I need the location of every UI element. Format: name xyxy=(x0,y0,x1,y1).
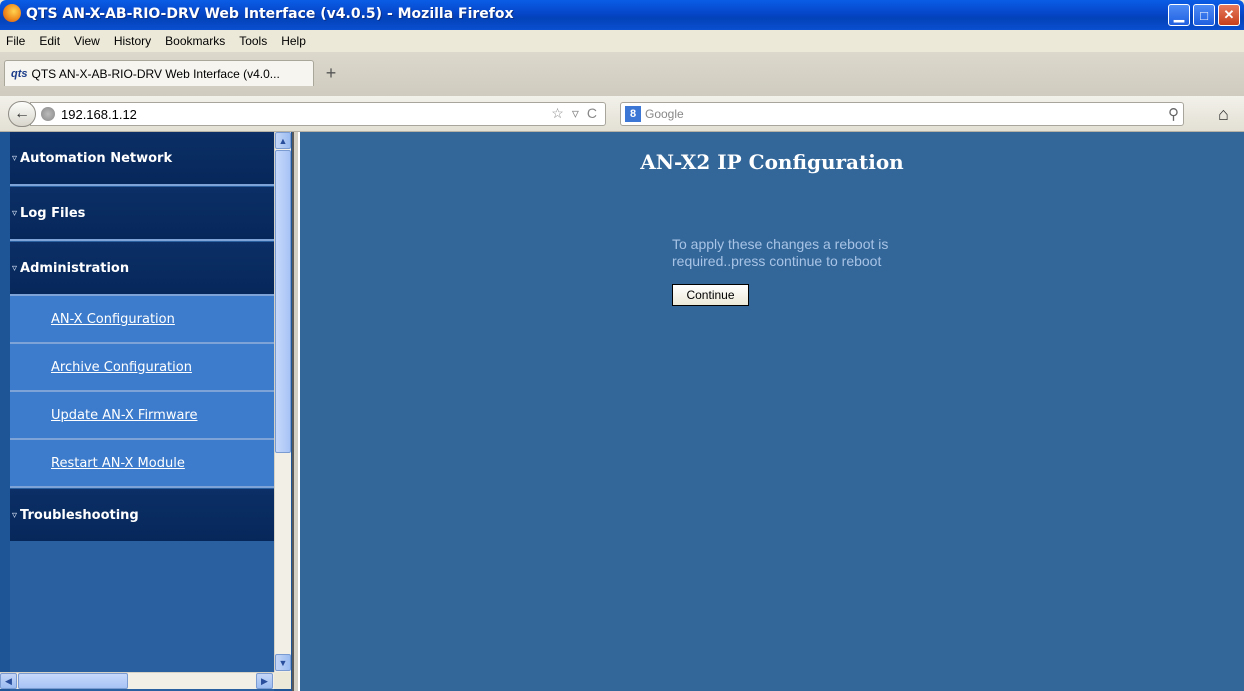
minimize-button[interactable]: ▁ xyxy=(1168,4,1190,26)
globe-icon xyxy=(41,107,55,121)
left-frame: ▿ Automation Network ▿ Log Files ▿ Admin… xyxy=(0,132,296,691)
menu-bookmarks[interactable]: Bookmarks xyxy=(165,34,225,48)
expand-triangle-icon: ▿ xyxy=(12,152,18,164)
url-dropdown-icon[interactable]: ▿ xyxy=(572,105,579,122)
url-text: 192.168.1.12 xyxy=(61,106,137,122)
scroll-thumb[interactable] xyxy=(275,150,291,453)
page-title: AN-X2 IP Configuration xyxy=(640,150,904,174)
reboot-message-line2: required..press continue to reboot xyxy=(672,253,882,269)
sidebar-section-troubleshooting[interactable]: ▿ Troubleshooting xyxy=(10,489,274,541)
sidebar-section-automation-network[interactable]: ▿ Automation Network xyxy=(10,132,274,184)
scroll-thumb-horizontal[interactable] xyxy=(18,673,128,689)
home-icon[interactable]: ⌂ xyxy=(1218,104,1229,125)
back-button[interactable]: ← xyxy=(8,101,36,127)
window-titlebar[interactable]: QTS AN-X-AB-RIO-DRV Web Interface (v4.0.… xyxy=(0,0,1244,30)
navigation-bar: 192.168.1.12 ☆ ▿ C ← 8 Google ⚲ ⌂ xyxy=(0,96,1244,132)
new-tab-button[interactable]: + xyxy=(318,60,344,86)
menu-bar: File Edit View History Bookmarks Tools H… xyxy=(0,30,1244,52)
scrollbar-corner xyxy=(274,672,291,689)
search-placeholder: Google xyxy=(645,107,684,121)
expand-triangle-icon: ▿ xyxy=(12,207,18,219)
sidebar-horizontal-scrollbar[interactable]: ◀ ▶ xyxy=(0,672,274,689)
divider xyxy=(10,486,274,488)
qts-logo-icon: qts xyxy=(11,67,28,80)
sidebar-item-update-firmware[interactable]: Update AN-X Firmware xyxy=(10,392,274,438)
close-button[interactable]: ✕ xyxy=(1218,4,1240,26)
scroll-right-button[interactable]: ▶ xyxy=(256,673,273,689)
search-bar[interactable]: 8 Google ⚲ xyxy=(620,102,1184,126)
menu-tools[interactable]: Tools xyxy=(239,34,267,48)
sidebar-item-archive-configuration[interactable]: Archive Configuration xyxy=(10,344,274,390)
sidebar-item-anx-configuration[interactable]: AN-X Configuration xyxy=(10,296,274,342)
reload-icon[interactable]: C xyxy=(587,105,597,122)
window-title: QTS AN-X-AB-RIO-DRV Web Interface (v4.0.… xyxy=(26,6,514,22)
menu-file[interactable]: File xyxy=(6,34,25,48)
sidebar-section-label: Troubleshooting xyxy=(20,507,139,523)
tab-label: QTS AN-X-AB-RIO-DRV Web Interface (v4.0.… xyxy=(31,66,280,81)
menu-edit[interactable]: Edit xyxy=(39,34,60,48)
scroll-left-button[interactable]: ◀ xyxy=(0,673,17,689)
sidebar-vertical-scrollbar[interactable]: ▲ ▼ xyxy=(274,132,291,672)
sidebar-menu: ▿ Automation Network ▿ Log Files ▿ Admin… xyxy=(0,132,274,691)
divider xyxy=(10,239,274,241)
tab-strip: qts QTS AN-X-AB-RIO-DRV Web Interface (v… xyxy=(0,52,1244,96)
url-bar-icons: ☆ ▿ C xyxy=(551,105,597,122)
scroll-up-button[interactable]: ▲ xyxy=(275,132,291,149)
main-frame: AN-X2 IP Configuration To apply these ch… xyxy=(300,132,1244,691)
menu-view[interactable]: View xyxy=(74,34,100,48)
sidebar-section-label: Log Files xyxy=(20,205,86,221)
search-engine-icon[interactable]: 8 xyxy=(625,106,641,122)
sidebar-section-label: Administration xyxy=(20,260,130,276)
sidebar-section-label: Automation Network xyxy=(20,150,173,166)
reboot-message-line1: To apply these changes a reboot is xyxy=(672,236,889,252)
continue-button[interactable]: Continue xyxy=(672,284,749,306)
expand-triangle-icon: ▿ xyxy=(12,509,18,521)
reboot-message: To apply these changes a reboot is requi… xyxy=(672,236,972,270)
sidebar-section-administration[interactable]: ▿ Administration xyxy=(10,242,274,294)
browser-tab[interactable]: qts QTS AN-X-AB-RIO-DRV Web Interface (v… xyxy=(4,60,314,86)
window-controls: ▁ □ ✕ xyxy=(1168,4,1240,26)
frame-splitter[interactable] xyxy=(292,132,300,691)
divider xyxy=(10,184,274,186)
menu-history[interactable]: History xyxy=(114,34,151,48)
expand-triangle-icon: ▿ xyxy=(12,262,18,274)
firefox-icon xyxy=(3,4,21,22)
bookmark-star-icon[interactable]: ☆ xyxy=(551,105,564,122)
sidebar-section-log-files[interactable]: ▿ Log Files xyxy=(10,187,274,239)
url-bar[interactable]: 192.168.1.12 ☆ ▿ C xyxy=(30,102,606,126)
menu-help[interactable]: Help xyxy=(281,34,306,48)
maximize-button[interactable]: □ xyxy=(1193,4,1215,26)
search-icon[interactable]: ⚲ xyxy=(1168,105,1179,123)
sidebar-edge xyxy=(0,132,10,691)
scroll-down-button[interactable]: ▼ xyxy=(275,654,291,671)
sidebar-item-restart-module[interactable]: Restart AN-X Module xyxy=(10,440,274,486)
